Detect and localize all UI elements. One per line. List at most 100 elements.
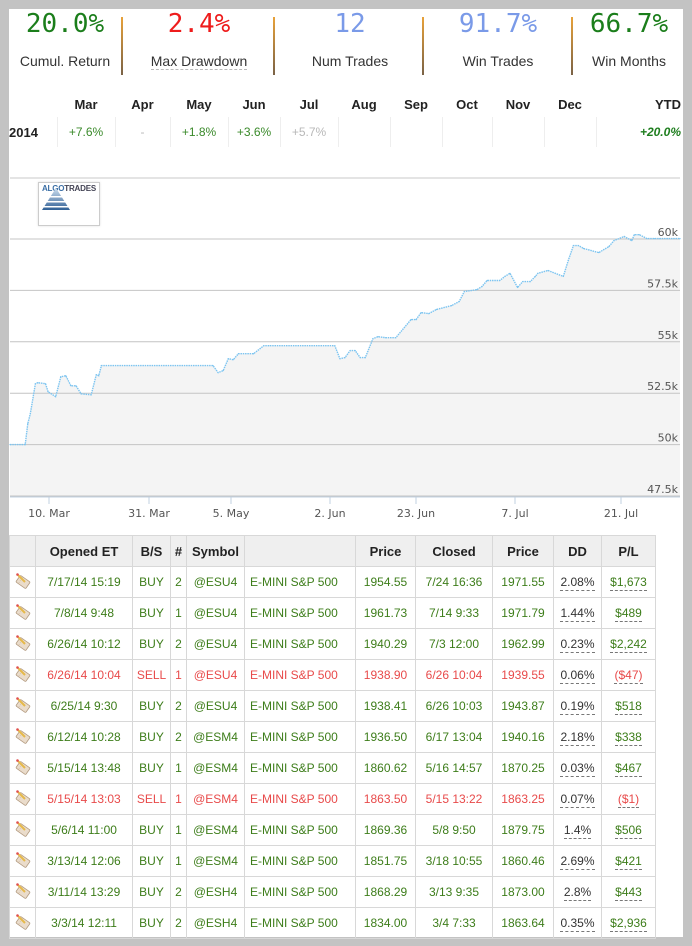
- dd-cell-value[interactable]: 2.18%: [560, 730, 595, 746]
- pl-cell-value[interactable]: $338: [615, 730, 642, 746]
- ticket-cell[interactable]: [9, 659, 36, 691]
- ticket-edit-icon[interactable]: [14, 820, 32, 838]
- ticket-edit-icon[interactable]: [14, 789, 32, 807]
- closed-cell: 6/26 10:03: [415, 690, 493, 722]
- ticket-cell[interactable]: [9, 566, 36, 598]
- column-header-qty[interactable]: #: [170, 535, 187, 567]
- page: 20.0% Cumul. Return 2.4% Max Drawdown 12…: [9, 9, 683, 939]
- equity-point: [37, 382, 39, 384]
- ticket-cell[interactable]: [9, 907, 36, 939]
- equity-point: [253, 353, 255, 355]
- ticket-edit-icon[interactable]: [14, 665, 32, 683]
- trade-row: 3/3/14 12:11 BUY 2 @ESH4 E-MINI S&P 500 1834.…: [9, 907, 656, 939]
- equity-point: [450, 305, 453, 307]
- equity-point: [481, 285, 483, 288]
- dd-cell-value[interactable]: 1.44%: [560, 606, 595, 622]
- ticket-cell[interactable]: [9, 721, 36, 753]
- ticket-edit-icon[interactable]: [14, 758, 32, 776]
- equity-point: [75, 385, 77, 387]
- equity-point: [80, 393, 82, 395]
- pl-cell-value[interactable]: $518: [615, 699, 642, 715]
- pl-cell-value[interactable]: $489: [615, 606, 642, 622]
- stat-label[interactable]: Max Drawdown: [150, 53, 248, 70]
- ticket-cell[interactable]: [9, 876, 36, 908]
- pl-cell-value[interactable]: $443: [615, 885, 642, 901]
- equity-point: [522, 280, 524, 283]
- column-header-description[interactable]: [244, 535, 356, 567]
- open-price-cell: 1936.50: [355, 721, 416, 753]
- x-tick-label: 5. May: [213, 507, 250, 520]
- pl-cell-value[interactable]: $2,242: [610, 637, 647, 653]
- dd-cell-value[interactable]: 1.4%: [563, 823, 592, 839]
- opened-cell: 5/15/14 13:48: [35, 752, 133, 784]
- column-header-side[interactable]: B/S: [132, 535, 171, 567]
- ticket-edit-icon[interactable]: [14, 603, 32, 621]
- dd-cell-value[interactable]: 2.08%: [560, 575, 595, 591]
- ticket-edit-icon[interactable]: [14, 727, 32, 745]
- month-value: +3.6%: [227, 117, 280, 147]
- qty-cell: 1: [170, 783, 187, 815]
- ticket-cell[interactable]: [9, 752, 36, 784]
- stats-bar: 20.0% Cumul. Return 2.4% Max Drawdown 12…: [9, 9, 683, 79]
- month-value: [543, 117, 596, 147]
- ticket-edit-icon[interactable]: [14, 851, 32, 869]
- pl-cell-value[interactable]: $506: [615, 823, 642, 839]
- ticket-edit-icon[interactable]: [14, 882, 32, 900]
- equity-point: [222, 369, 224, 372]
- ticket-edit-icon[interactable]: [14, 634, 32, 652]
- equity-point: [598, 251, 600, 254]
- dd-cell: 0.06%: [553, 659, 602, 691]
- month-value: +5.7%: [279, 117, 338, 147]
- equity-point: [227, 358, 229, 360]
- dd-cell-value[interactable]: 0.23%: [560, 637, 595, 653]
- ticket-cell[interactable]: [9, 814, 36, 846]
- ticket-edit-icon[interactable]: [14, 913, 32, 931]
- symbol-cell: @ESM4: [186, 814, 245, 846]
- dd-cell: 1.44%: [553, 597, 602, 629]
- close-price-cell: 1962.99: [492, 628, 554, 660]
- dd-cell-value[interactable]: 2.8%: [563, 885, 592, 901]
- pl-cell-value[interactable]: ($1): [617, 792, 640, 808]
- symbol-cell: @ESH4: [186, 907, 245, 939]
- equity-point: [212, 365, 214, 367]
- column-header-price-in[interactable]: Price: [355, 535, 416, 567]
- pl-cell: ($1): [601, 783, 656, 815]
- pl-cell-value[interactable]: $467: [615, 761, 642, 777]
- ticket-cell[interactable]: [9, 690, 36, 722]
- column-header-dd[interactable]: DD: [553, 535, 602, 567]
- pl-cell-value[interactable]: $1,673: [610, 575, 647, 591]
- column-header-pl[interactable]: P/L: [601, 535, 656, 567]
- dd-cell-value[interactable]: 0.03%: [560, 761, 595, 777]
- opened-cell: 7/8/14 9:48: [35, 597, 133, 629]
- close-price-cell: 1879.75: [492, 814, 554, 846]
- qty-cell: 1: [170, 845, 187, 877]
- column-header-price-out[interactable]: Price: [492, 535, 554, 567]
- ticket-cell[interactable]: [9, 845, 36, 877]
- ticket-cell[interactable]: [9, 783, 36, 815]
- open-price-cell: 1868.29: [355, 876, 416, 908]
- dd-cell-value[interactable]: 0.19%: [560, 699, 595, 715]
- ticket-cell[interactable]: [9, 597, 36, 629]
- ticket-cell[interactable]: [9, 628, 36, 660]
- dd-cell-value[interactable]: 0.06%: [560, 668, 595, 684]
- column-header-opened[interactable]: Opened ET: [35, 535, 133, 567]
- column-header-icon[interactable]: [9, 535, 36, 567]
- column-header-symbol[interactable]: Symbol: [186, 535, 245, 567]
- ticket-edit-icon[interactable]: [14, 696, 32, 714]
- ticket-edit-icon[interactable]: [14, 572, 32, 590]
- pl-cell-value[interactable]: ($47): [614, 668, 643, 684]
- dd-cell-value[interactable]: 2.69%: [560, 854, 595, 870]
- description-cell: E-MINI S&P 500: [244, 721, 356, 753]
- pl-cell: $443: [601, 876, 656, 908]
- pl-cell-value[interactable]: $2,936: [610, 916, 647, 932]
- equity-point: [633, 234, 635, 236]
- close-price-cell: 1873.00: [492, 876, 554, 908]
- dd-cell-value[interactable]: 0.07%: [560, 792, 595, 808]
- equity-point: [263, 345, 265, 347]
- stat-win-trades: 91.7% Win Trades: [424, 9, 572, 79]
- month-value: [389, 117, 442, 147]
- column-header-closed[interactable]: Closed: [415, 535, 493, 567]
- closed-cell: 3/13 9:35: [415, 876, 493, 908]
- dd-cell-value[interactable]: 0.35%: [560, 916, 595, 932]
- pl-cell-value[interactable]: $421: [615, 854, 642, 870]
